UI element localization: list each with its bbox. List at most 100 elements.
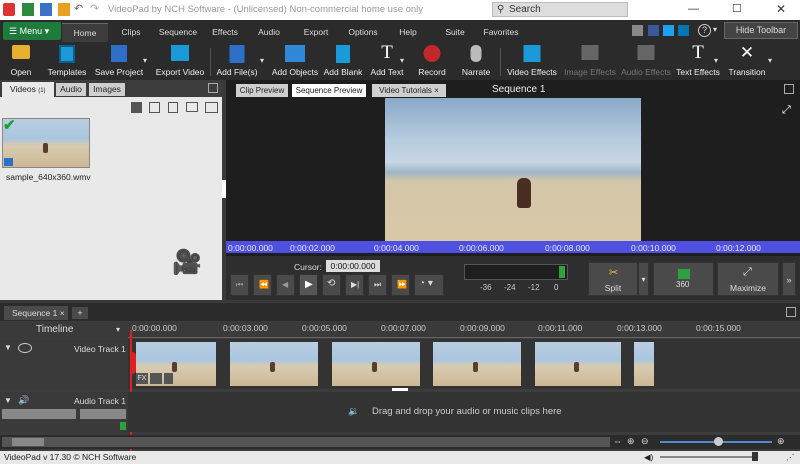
tab-images[interactable]: Images xyxy=(89,83,125,96)
undock-icon[interactable] xyxy=(208,83,218,93)
tab-sequence[interactable]: Sequence xyxy=(153,23,203,42)
properties-icon[interactable] xyxy=(149,102,160,113)
delete-icon[interactable] xyxy=(168,102,178,113)
playhead[interactable] xyxy=(130,330,132,451)
clip-thumbnail[interactable]: ✔ xyxy=(2,117,90,168)
video-effects-button[interactable]: Video Effects xyxy=(504,42,560,80)
audio-track-lane[interactable]: 🔉 Drag and drop your audio or music clip… xyxy=(128,392,800,432)
maximize-button[interactable]: ⤢ Maximize xyxy=(717,262,779,296)
save-bin-icon[interactable] xyxy=(131,102,142,113)
zoom-slider[interactable] xyxy=(660,437,772,446)
go-end-button[interactable]: ⏭ xyxy=(368,274,387,296)
fast-forward-button[interactable]: ⏩ xyxy=(391,274,410,296)
playhead-handle[interactable] xyxy=(130,352,136,374)
zoom-fit-icon[interactable]: ⊕ xyxy=(627,436,635,447)
templates-button[interactable]: Templates xyxy=(44,42,90,80)
add-files-button[interactable]: Add File(s) xyxy=(214,42,260,80)
transition-dropdown-icon[interactable]: ▾ xyxy=(768,56,772,65)
open-button[interactable]: Open xyxy=(4,42,38,80)
undock-timeline-icon[interactable] xyxy=(786,307,796,317)
video-clip-segment[interactable] xyxy=(634,342,654,386)
zoom-slider-thumb[interactable] xyxy=(714,437,723,446)
volume-icon[interactable]: ◀) xyxy=(644,452,653,463)
speaker-icon[interactable]: 🔊 xyxy=(18,395,29,406)
play-button[interactable]: ▶ xyxy=(299,274,318,296)
open-folder-icon[interactable] xyxy=(58,3,70,16)
video-clip-segment[interactable] xyxy=(136,342,216,386)
go-start-button[interactable]: ⏮ xyxy=(230,274,249,296)
linkedin-icon[interactable] xyxy=(678,25,689,36)
tab-videos[interactable]: Videos (1) xyxy=(2,82,54,97)
add-sequence-button[interactable]: + xyxy=(72,307,88,319)
tab-video-tutorials[interactable]: Video Tutorials × xyxy=(372,84,446,97)
save-dropdown-icon[interactable]: ▾ xyxy=(143,56,147,65)
collapse-video-icon[interactable]: ▼ xyxy=(4,343,12,352)
tab-help[interactable]: Help xyxy=(392,23,424,42)
master-volume-slider[interactable] xyxy=(660,452,758,461)
eye-icon[interactable] xyxy=(18,343,32,353)
volume-slider[interactable] xyxy=(2,409,76,419)
thumbs-up-icon[interactable] xyxy=(632,25,643,36)
tab-audio[interactable]: Audio xyxy=(250,23,288,42)
video-clip-segment[interactable] xyxy=(230,342,318,386)
undo-icon[interactable]: ↶ xyxy=(74,2,86,15)
list-view-icon[interactable] xyxy=(205,102,218,113)
pan-slider[interactable] xyxy=(80,409,126,419)
save-project-button[interactable]: Save Project xyxy=(92,42,146,80)
fullscreen-icon[interactable]: ⤢ xyxy=(782,104,791,117)
image-effects-button[interactable]: Image Effects xyxy=(562,42,618,80)
clip-audio-icon[interactable] xyxy=(150,373,162,384)
add-blank-button[interactable]: Add Blank xyxy=(322,42,364,80)
timeline-dropdown-icon[interactable]: ▾ xyxy=(116,325,120,334)
search-box[interactable]: ⚲ Search xyxy=(492,2,628,17)
master-volume-thumb[interactable] xyxy=(752,452,758,461)
speed-button[interactable]: ◔ ▾ xyxy=(414,274,444,296)
export-video-button[interactable]: Export Video xyxy=(154,42,206,80)
collapse-audio-icon[interactable]: ▼ xyxy=(4,396,12,405)
folder-bin-icon[interactable] xyxy=(186,102,198,112)
rewind-button[interactable]: ◀ xyxy=(276,274,295,296)
close-tab-icon[interactable]: × xyxy=(434,86,439,95)
scrollbar-thumb[interactable] xyxy=(12,438,44,446)
tab-favorites[interactable]: Favorites xyxy=(478,23,524,42)
save-icon[interactable] xyxy=(40,3,52,16)
timeline-scrollbar[interactable] xyxy=(2,437,610,447)
vr360-button[interactable]: 360 xyxy=(653,262,714,296)
add-objects-button[interactable]: Add Objects xyxy=(270,42,320,80)
help-dropdown-icon[interactable]: ▾ xyxy=(713,25,717,34)
tab-clips[interactable]: Clips xyxy=(112,23,150,42)
narrate-button[interactable]: Narrate xyxy=(456,42,496,80)
more-controls-button[interactable]: » xyxy=(782,262,796,296)
video-clip-segment[interactable] xyxy=(535,342,621,386)
menu-button[interactable]: ☰ Menu ▾ xyxy=(3,22,61,40)
tab-clip-preview[interactable]: Clip Preview xyxy=(236,84,288,97)
video-clip-segment[interactable] xyxy=(332,342,420,386)
loop-button[interactable]: ⟲ xyxy=(322,274,341,296)
close-sequence-icon[interactable]: × xyxy=(60,308,65,318)
prev-frame-button[interactable]: ⏪ xyxy=(253,274,272,296)
zoom-in-icon[interactable]: ⊕ xyxy=(777,436,785,447)
split-dropdown[interactable]: ▾ xyxy=(638,262,649,296)
tab-sequence-preview[interactable]: Sequence Preview xyxy=(292,84,366,97)
fx-button[interactable]: FX xyxy=(136,373,148,384)
close-icon[interactable]: ✕ xyxy=(776,2,786,16)
record-button[interactable]: Record xyxy=(412,42,452,80)
audio-effects-button[interactable]: Audio Effects xyxy=(620,42,672,80)
twitter-icon[interactable] xyxy=(663,25,674,36)
tab-effects[interactable]: Effects xyxy=(205,23,245,42)
clip-menu-icon[interactable] xyxy=(164,373,173,384)
new-icon[interactable] xyxy=(22,3,34,16)
tab-sequence-1[interactable]: Sequence 1 × xyxy=(4,306,68,320)
transition-button[interactable]: ✕ Transition xyxy=(724,42,770,80)
redo-icon[interactable]: ↷ xyxy=(90,2,102,15)
split-button[interactable]: ✂ Split xyxy=(588,262,638,296)
tab-suite[interactable]: Suite xyxy=(440,23,470,42)
tab-options[interactable]: Options xyxy=(342,23,384,42)
minimize-icon[interactable]: — xyxy=(688,3,699,15)
video-clip-segment[interactable] xyxy=(433,342,521,386)
fit-icon[interactable]: ⇔ xyxy=(613,436,622,446)
tab-export[interactable]: Export xyxy=(296,23,336,42)
help-icon[interactable]: ? xyxy=(698,24,711,37)
tab-home[interactable]: Home xyxy=(62,23,108,42)
add-files-dropdown-icon[interactable]: ▾ xyxy=(260,56,264,65)
